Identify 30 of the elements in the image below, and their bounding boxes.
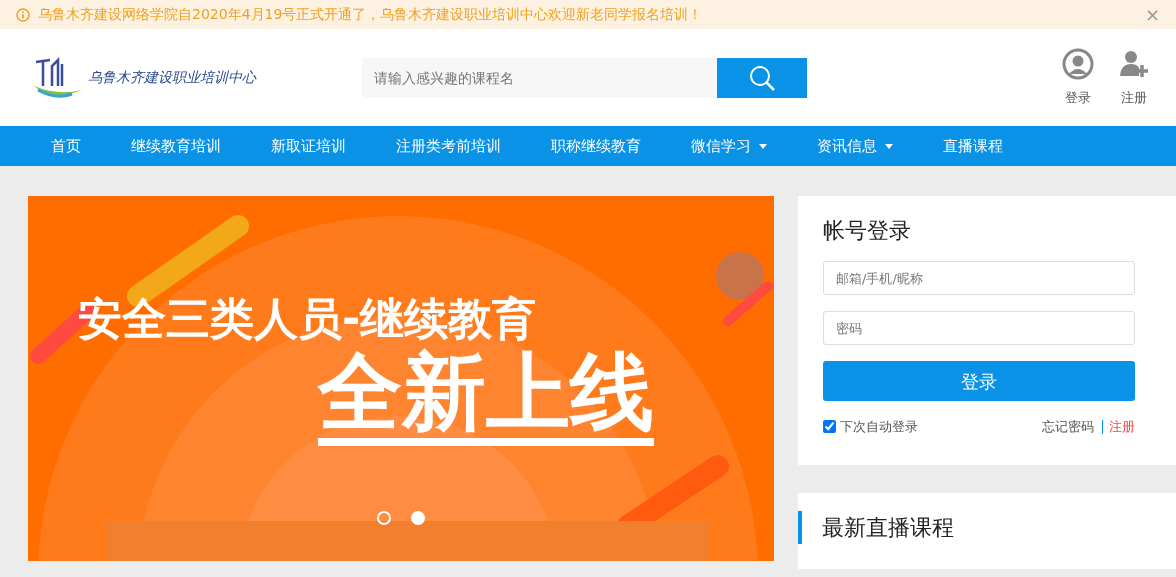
nav-link[interactable]: 职称继续教育 (526, 126, 666, 166)
logo-text: 乌鲁木齐建设职业培训中心 (88, 68, 256, 87)
search-button[interactable] (717, 57, 807, 98)
remember-checkbox[interactable] (823, 420, 836, 434)
nav-link[interactable]: 微信学习 (666, 126, 792, 166)
login-title: 帐号登录 (823, 217, 912, 245)
register-link[interactable]: 注册 (1118, 47, 1150, 108)
nav-link[interactable]: 首页 (26, 126, 106, 166)
nav-link[interactable]: 资讯信息 (792, 126, 918, 166)
info-icon (16, 7, 30, 22)
carousel-dot[interactable] (377, 511, 391, 525)
search-icon (748, 63, 776, 92)
search-field[interactable]: 请输入感兴趣的课程名 (362, 57, 717, 98)
forgot-password-link[interactable]: 忘记密码 (1042, 417, 1094, 437)
notice-text: 乌鲁木齐建设网络学院自2020年4月19号正式开通了，乌鲁木齐建设职业培训中心欢迎新老同学报名培训！ (38, 5, 703, 24)
nav-link[interactable]: 新取证培训 (246, 126, 371, 166)
nav-link[interactable]: 注册类考前培训 (371, 126, 526, 166)
login-button[interactable]: 登录 (823, 361, 1135, 401)
banner-headline: 安全三类人员-继续教育 (78, 292, 537, 346)
nav-link[interactable]: 继续教育培训 (106, 126, 246, 166)
remember-label: 下次自动登录 (840, 418, 918, 436)
section-title: 最新直播课程 (798, 510, 1176, 544)
close-button[interactable]: × (1144, 1, 1160, 28)
login-link[interactable]: 登录 (1062, 47, 1094, 108)
username-field[interactable]: 邮箱/手机/昵称 (823, 261, 1135, 295)
nav-link[interactable]: 直播课程 (918, 126, 1028, 166)
user-icon (1062, 47, 1094, 80)
register-link[interactable]: 注册 (1109, 417, 1135, 437)
banner-subheadline: 全新上线 (318, 346, 654, 447)
password-field[interactable]: 密码 (823, 311, 1135, 345)
